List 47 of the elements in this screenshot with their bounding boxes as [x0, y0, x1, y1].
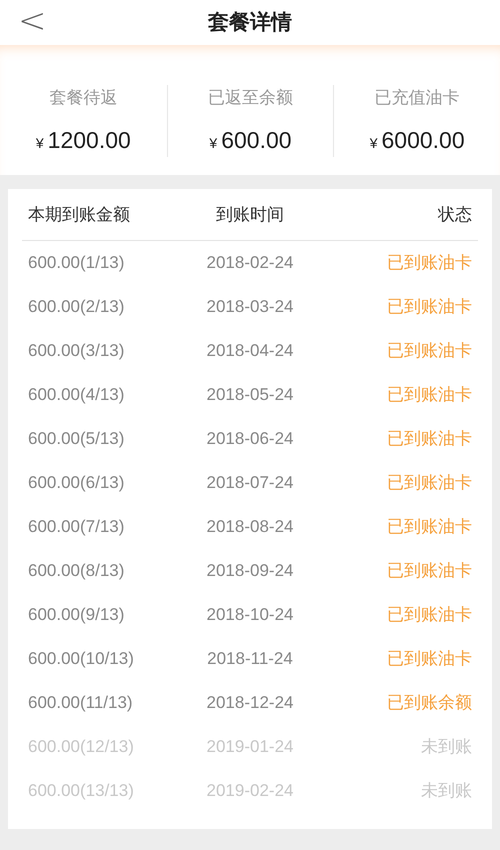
amount-cell-text: 600.00(1/13)	[28, 252, 126, 274]
amount-cell-text: 600.00(3/13)	[28, 340, 126, 362]
status-cell-text: 已到账油卡	[386, 516, 472, 538]
amount-cell-text: 600.00(7/13)	[28, 516, 126, 538]
status-cell-text: 已到账油卡	[386, 472, 472, 494]
date-cell-text: 2018-08-24	[206, 516, 294, 538]
amount-cell-text: 600.00(2/13)	[28, 296, 126, 318]
date-cell-text: 2018-11-24	[206, 648, 294, 670]
status-cell-text: 已到账油卡	[386, 340, 472, 362]
amount-cell-text: 600.00(4/13)	[28, 384, 126, 406]
date-cell-text: 2018-04-24	[206, 340, 294, 362]
amount-cell-text: 600.00(6/13)	[28, 472, 126, 494]
currency-sign: ¥	[36, 134, 44, 152]
date-cell-text: 2018-07-24	[206, 472, 294, 494]
currency-sign: ¥	[209, 134, 218, 152]
date-cell-text: 2018-06-24	[206, 428, 294, 450]
summary-amount: 6000.00	[381, 126, 465, 154]
amount-cell-text: 600.00(11/13)	[28, 692, 134, 714]
currency-sign: ¥	[370, 134, 378, 152]
date-cell-text: 2018-12-24	[206, 692, 294, 714]
status-cell-text: 已到账油卡	[386, 648, 472, 670]
column-header: 到账时间	[215, 204, 285, 226]
back-button[interactable]: <	[18, 2, 46, 40]
status-cell-text: 已到账油卡	[386, 384, 472, 406]
summary-label: 已充值油卡	[374, 87, 460, 109]
status-cell-text: 已到账油卡	[386, 296, 472, 318]
amount-cell-text: 600.00(10/13)	[28, 648, 135, 670]
date-cell-text: 2018-03-24	[206, 296, 294, 318]
summary-label: 套餐待返	[49, 87, 118, 109]
page-title: 套餐详情	[208, 10, 292, 36]
summary-label: 已返至余额	[208, 87, 293, 109]
status-cell-text: 已到账油卡	[386, 428, 472, 450]
amount-cell-text: 600.00(8/13)	[28, 560, 126, 582]
column-header: 状态	[436, 204, 472, 226]
status-cell-text: 已到账油卡	[386, 560, 472, 582]
amount-cell-text: 600.00(9/13)	[28, 604, 126, 626]
status-cell-text: 已到账余额	[386, 692, 472, 714]
amount-cell-text: 600.00(5/13)	[28, 428, 126, 450]
status-cell-text: 已到账油卡	[386, 604, 472, 626]
date-cell-text: 2018-02-24	[206, 252, 294, 274]
summary-amount: 600.00	[221, 126, 292, 154]
date-cell-text: 2018-09-24	[206, 560, 294, 582]
date-cell-text: 2018-10-24	[206, 604, 294, 626]
summary-amount: 1200.00	[48, 126, 131, 154]
date-cell-text: 2018-05-24	[206, 384, 294, 406]
status-cell-text: 已到账油卡	[386, 252, 472, 274]
column-header: 本期到账金额	[28, 204, 131, 226]
